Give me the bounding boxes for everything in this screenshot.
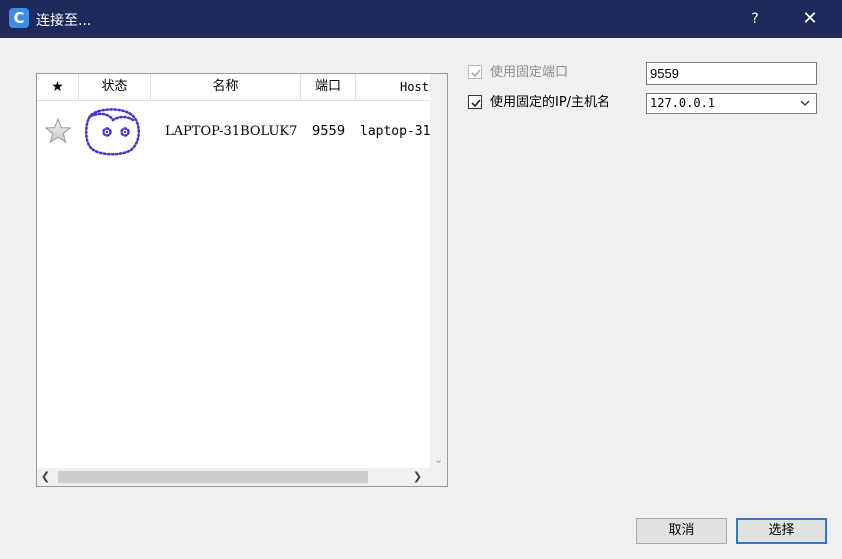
chevron-down-icon[interactable] [798, 94, 812, 113]
scrollbar-corner [430, 468, 447, 486]
fixed-ip-select[interactable]: 127.0.0.1 [646, 93, 817, 114]
device-port: 9559 [312, 124, 346, 139]
column-header-port[interactable]: 端口 [301, 74, 356, 100]
fixed-port-checkbox[interactable] [468, 65, 482, 79]
fixed-port-label: 使用固定端口 [490, 65, 569, 80]
fixed-ip-checkbox[interactable] [468, 95, 482, 109]
close-button[interactable]: ✕ [795, 0, 825, 38]
list-header: ★ 状态 名称 端口 Host [37, 74, 430, 101]
fixed-ip-value: 127.0.0.1 [650, 96, 716, 110]
scroll-down-icon[interactable]: ⌄ [430, 451, 447, 468]
select-button[interactable]: 选择 [736, 518, 827, 544]
fixed-port-input[interactable]: 9559 [646, 62, 817, 85]
scroll-thumb[interactable] [58, 471, 368, 483]
device-host: laptop-31 [360, 124, 430, 139]
help-button[interactable]: ? [740, 0, 770, 38]
window-title: 连接至... [36, 13, 92, 29]
app-icon: C [9, 8, 29, 28]
cancel-button[interactable]: 取消 [636, 518, 727, 544]
column-header-name[interactable]: 名称 [151, 74, 301, 100]
table-row[interactable]: LAPTOP-31BOLUK7 9559 laptop-31 [37, 102, 430, 162]
device-list[interactable]: ★ 状态 名称 端口 Host LAPTOP-31BOLUK7 9559 lap… [36, 73, 448, 487]
fixed-ip-label: 使用固定的IP/主机名 [490, 95, 611, 110]
checkmark-icon [471, 69, 481, 78]
horizontal-scrollbar[interactable]: ❮ ❯ [37, 468, 430, 486]
device-name: LAPTOP-31BOLUK7 [165, 124, 298, 139]
column-header-favorite[interactable]: ★ [37, 74, 79, 100]
scroll-left-icon[interactable]: ❮ [37, 468, 54, 486]
column-header-status[interactable]: 状态 [79, 74, 151, 100]
face-avatar-icon [83, 102, 147, 162]
scroll-right-icon[interactable]: ❯ [409, 468, 426, 486]
checkmark-icon [471, 99, 481, 108]
vertical-scrollbar[interactable]: ⌄ [430, 74, 447, 468]
star-outline-icon[interactable] [45, 102, 71, 162]
column-header-host[interactable]: Host [356, 74, 436, 100]
title-bar: C 连接至... ? ✕ [0, 0, 842, 38]
